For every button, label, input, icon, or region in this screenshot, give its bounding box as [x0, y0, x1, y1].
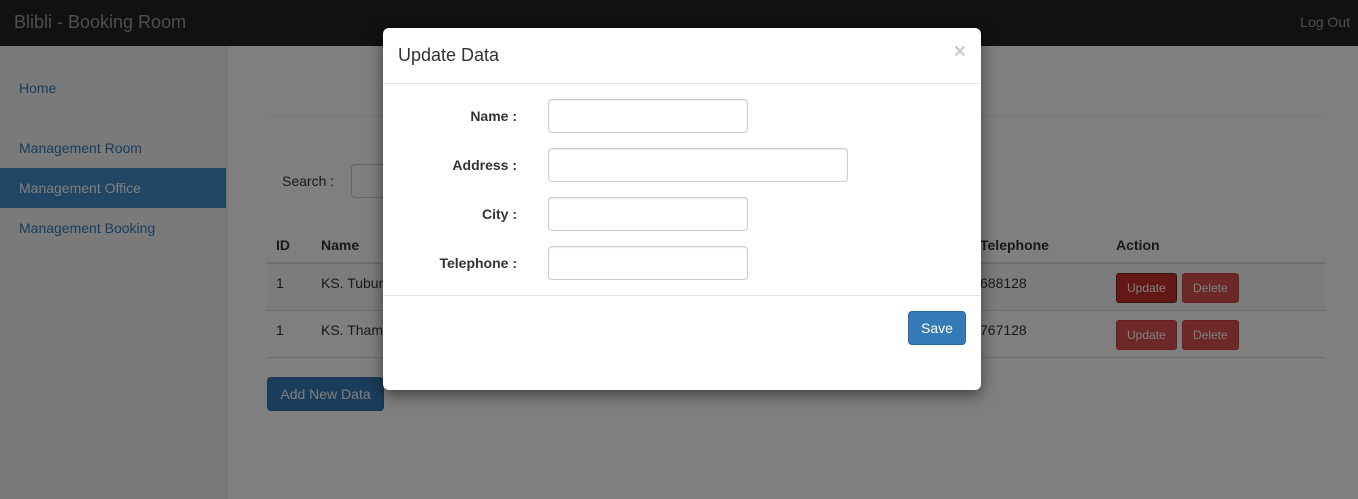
city-input[interactable] — [548, 197, 748, 231]
modal-header-border — [383, 83, 981, 84]
city-label: City : — [482, 206, 517, 222]
name-input[interactable] — [548, 99, 748, 133]
modal-title: Update Data — [398, 45, 500, 65]
telephone-input[interactable] — [548, 246, 748, 280]
save-button[interactable]: Save — [908, 311, 966, 345]
close-icon[interactable]: × — [954, 41, 966, 62]
modal-footer-border — [383, 295, 981, 296]
update-data-modal: Update Data × Name : Address : City : Te… — [383, 28, 981, 390]
name-label: Name : — [470, 108, 517, 124]
address-label: Address : — [452, 157, 517, 173]
address-input[interactable] — [548, 148, 848, 182]
telephone-label: Telephone : — [439, 255, 517, 271]
